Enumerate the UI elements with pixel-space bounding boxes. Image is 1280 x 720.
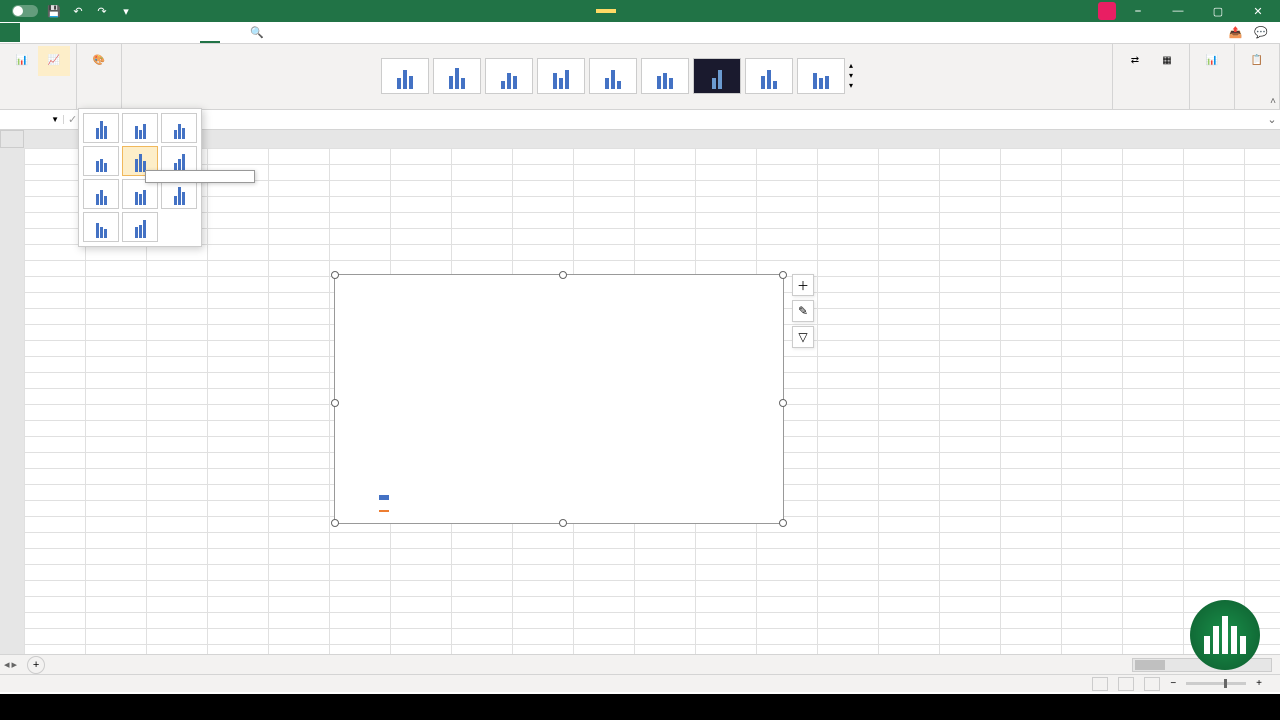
gallery-more-icon[interactable]: ▾: [849, 81, 853, 90]
customize-icon[interactable]: ▾: [118, 3, 134, 19]
layout-option-4[interactable]: [83, 146, 119, 176]
chart-style-8[interactable]: [745, 58, 793, 94]
layout-option-9[interactable]: [161, 179, 197, 209]
tab-einfuegen[interactable]: [40, 23, 60, 42]
collapse-ribbon-icon[interactable]: ˄: [1270, 96, 1276, 107]
layout-option-1[interactable]: [83, 113, 119, 143]
embedded-chart[interactable]: [334, 274, 784, 524]
layout-option-3[interactable]: [161, 113, 197, 143]
chart-style-6[interactable]: [641, 58, 689, 94]
select-data-icon: ▦: [1155, 48, 1179, 72]
gallery-down-icon[interactable]: ▾: [849, 71, 853, 80]
tab-ansicht[interactable]: [140, 23, 160, 42]
ribbon-tabs: 🔍 📤 💬: [0, 22, 1280, 44]
undo-icon[interactable]: ↶: [70, 3, 86, 19]
autosave-toggle[interactable]: [8, 5, 38, 17]
chart-style-gallery[interactable]: ▴ ▾ ▾: [377, 46, 857, 105]
tab-ueberpruefen[interactable]: [120, 23, 140, 42]
layout-tooltip: [145, 170, 255, 183]
add-element-icon: 📊: [10, 48, 34, 72]
status-bar: − +: [0, 674, 1280, 692]
tab-daten[interactable]: [100, 23, 120, 42]
layout-option-10[interactable]: [83, 212, 119, 242]
window-titlebar: 💾 ↶ ↷ ▾ ⎯ ― ▢ ✕: [0, 0, 1280, 22]
chart-tools-badge: [596, 9, 616, 13]
layout-option-2[interactable]: [122, 113, 158, 143]
chart-style-7[interactable]: [693, 58, 741, 94]
tab-factset[interactable]: [180, 23, 200, 42]
minimize-button[interactable]: ―: [1160, 0, 1196, 22]
worksheet-tabs: ◂ ▸ +: [0, 654, 1280, 674]
layout-option-7[interactable]: [83, 179, 119, 209]
tab-search[interactable]: 🔍: [240, 23, 274, 42]
page-break-view-button[interactable]: [1144, 677, 1160, 691]
select-data-button[interactable]: ▦: [1151, 46, 1183, 76]
add-sheet-button[interactable]: +: [27, 656, 45, 674]
ribbon-content: 📊 📈 🎨: [0, 44, 1280, 110]
name-box[interactable]: ▼: [0, 115, 64, 124]
maximize-button[interactable]: ▢: [1200, 0, 1236, 22]
watermark-logo: [1190, 600, 1260, 670]
normal-view-button[interactable]: [1092, 677, 1108, 691]
quick-layout-button[interactable]: 📈: [38, 46, 70, 76]
chart-type-icon: 📊: [1200, 48, 1224, 72]
move-chart-button[interactable]: 📋: [1241, 46, 1273, 76]
user-avatar[interactable]: [1098, 2, 1116, 20]
share-button[interactable]: 📤: [1229, 26, 1243, 39]
chart-style-5[interactable]: [589, 58, 637, 94]
chart-style-4[interactable]: [537, 58, 585, 94]
tab-seitenlayout[interactable]: [60, 23, 80, 42]
chart-style-9[interactable]: [797, 58, 845, 94]
swap-icon: ⇄: [1123, 48, 1147, 72]
page-layout-view-button[interactable]: [1118, 677, 1134, 691]
chart-style-3[interactable]: [485, 58, 533, 94]
redo-icon[interactable]: ↷: [94, 3, 110, 19]
change-colors-button[interactable]: 🎨: [83, 46, 115, 76]
tab-formeln[interactable]: [80, 23, 100, 42]
zoom-in-button[interactable]: +: [1256, 678, 1262, 689]
tab-datei[interactable]: [0, 23, 20, 42]
chart-style-1[interactable]: [381, 58, 429, 94]
chart-styles-button[interactable]: ✎: [792, 300, 814, 322]
chart-data-table: [375, 491, 775, 517]
select-all-corner[interactable]: [0, 130, 24, 148]
add-chart-element-button[interactable]: 📊: [6, 46, 38, 76]
switch-row-col-button[interactable]: ⇄: [1119, 46, 1151, 76]
chart-elements-button[interactable]: ＋: [792, 274, 814, 296]
chart-filter-button[interactable]: ▽: [792, 326, 814, 348]
layout-option-11[interactable]: [122, 212, 158, 242]
layout-option-8[interactable]: [122, 179, 158, 209]
sheet-nav-prev-icon[interactable]: ▸: [12, 658, 18, 671]
colors-icon: 🎨: [87, 48, 111, 72]
move-chart-icon: 📋: [1245, 48, 1269, 72]
change-chart-type-button[interactable]: 📊: [1196, 46, 1228, 76]
zoom-out-button[interactable]: −: [1170, 678, 1176, 689]
sheet-nav-first-icon[interactable]: ◂: [4, 658, 10, 671]
tab-hilfe[interactable]: [160, 23, 180, 42]
quick-layout-icon: 📈: [42, 48, 66, 72]
tab-start[interactable]: [20, 23, 40, 42]
save-icon[interactable]: 💾: [46, 3, 62, 19]
zoom-slider[interactable]: [1186, 682, 1246, 685]
close-button[interactable]: ✕: [1240, 0, 1276, 22]
expand-formula-icon[interactable]: ⌄: [1264, 113, 1280, 126]
tab-format[interactable]: [220, 23, 240, 42]
comments-button[interactable]: 💬: [1254, 26, 1268, 39]
chart-style-2[interactable]: [433, 58, 481, 94]
chart-plot-area[interactable]: [375, 301, 685, 461]
tab-entwurf[interactable]: [200, 23, 220, 42]
gallery-up-icon[interactable]: ▴: [849, 61, 853, 70]
ribbon-options-icon[interactable]: ⎯: [1120, 0, 1156, 22]
